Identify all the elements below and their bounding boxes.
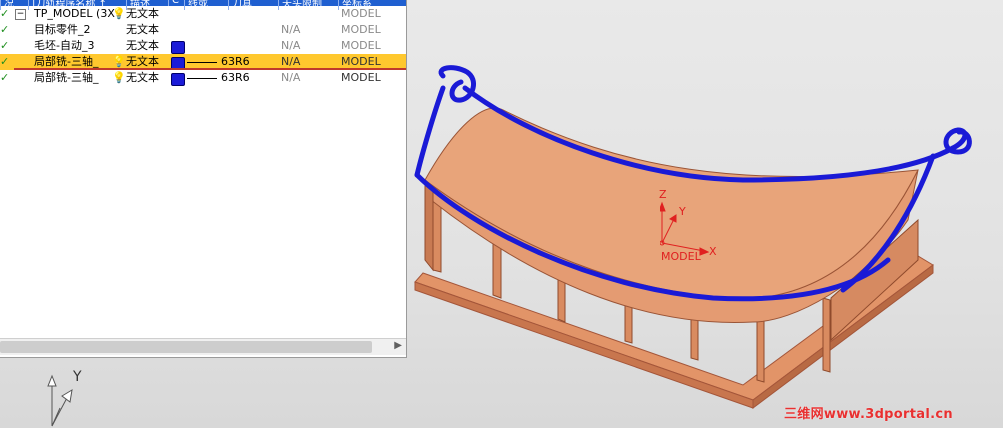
tree-row-selected[interactable]: ✓ 局部铣-三轴_ 💡 无文本 63R6 N/A MODEL [0, 54, 406, 70]
check-icon: ✓ [0, 7, 10, 20]
row-coordinate-system: MODEL [341, 39, 381, 52]
view-triad-y-label: Y [73, 369, 82, 385]
check-icon: ✓ [0, 23, 10, 36]
row-limit: N/A [281, 39, 301, 52]
tool-name: 63R6 [221, 55, 250, 68]
color-swatch-icon[interactable] [171, 57, 185, 70]
tree-row[interactable]: ✓ 毛坯-自动_3 无文本 N/A MODEL [0, 38, 406, 54]
row-name: 局部铣-三轴_ [34, 71, 99, 84]
row-name: 局部铣-三轴_ [34, 55, 99, 68]
row-name: 目标零件_2 [34, 23, 91, 36]
check-icon: ✓ [0, 71, 10, 84]
row-name: 毛坯-自动_3 [34, 39, 95, 52]
operation-navigator[interactable]: 况 |刀轨程序名称 ↑ 描述 C 线或 刀具 天头限制 坐标系 ✓ − TP_M… [0, 0, 407, 358]
bulb-icon[interactable]: 💡 [112, 71, 126, 85]
row-limit: N/A [281, 23, 301, 36]
row-coordinate-system: MODEL [341, 23, 381, 36]
row-limit: N/A [281, 71, 301, 84]
wcs-z-label: Z [659, 188, 667, 201]
row-name: TP_MODEL (3X [34, 7, 115, 20]
row-tool: 63R6 [187, 55, 250, 69]
row-coordinate-system: MODEL [341, 55, 381, 68]
row-description: 无文本 [126, 23, 159, 36]
bulb-icon[interactable]: 💡 [112, 7, 126, 21]
row-description: 无文本 [126, 39, 159, 52]
row-coordinate-system: MODEL [341, 71, 381, 84]
wcs-name-label: MODEL [661, 250, 701, 263]
color-swatch-icon[interactable] [171, 73, 185, 86]
scroll-right-icon[interactable]: ▶ [394, 340, 402, 351]
tool-name: 63R6 [221, 71, 250, 84]
tree-row[interactable]: ✓ 局部铣-三轴_ 💡 无文本 63R6 N/A MODEL [0, 70, 406, 86]
check-icon: ✓ [0, 55, 10, 68]
tree-row[interactable]: ✓ − TP_MODEL (3X 💡 无文本 MODEL [0, 6, 406, 22]
tree-row[interactable]: ✓ 目标零件_2 无文本 N/A MODEL [0, 22, 406, 38]
row-description: 无文本 [126, 7, 159, 20]
row-description: 无文本 [126, 55, 159, 68]
wcs-y-label: Y [679, 205, 686, 218]
line-style-icon [187, 77, 217, 79]
check-icon: ✓ [0, 39, 10, 52]
wcs-x-label: X [709, 245, 717, 258]
row-description: 无文本 [126, 71, 159, 84]
color-swatch-icon[interactable] [171, 41, 185, 54]
scrollbar-thumb[interactable] [0, 341, 372, 353]
row-coordinate-system: MODEL [341, 7, 381, 20]
horizontal-scrollbar[interactable]: ▶ [0, 338, 406, 355]
row-limit: N/A [281, 55, 301, 68]
row-tool: 63R6 [187, 71, 250, 85]
bulb-icon[interactable]: 💡 [112, 55, 126, 69]
collapse-icon[interactable]: − [15, 9, 26, 20]
watermark: 三维网www.3dportal.cn [784, 407, 953, 422]
line-style-icon [187, 61, 217, 63]
